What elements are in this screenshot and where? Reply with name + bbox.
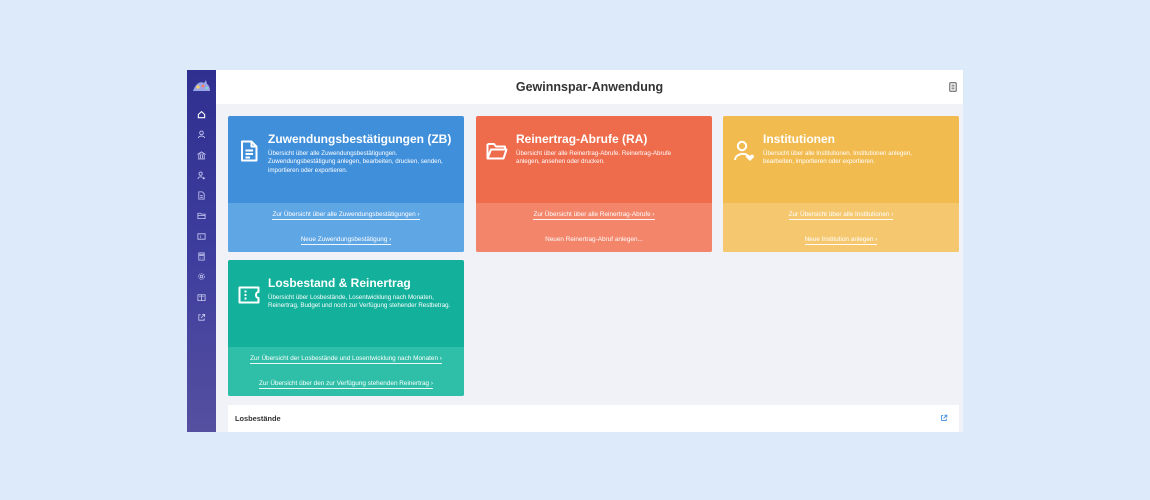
ticket-icon — [197, 232, 206, 240]
sidebar-item-manual[interactable] — [187, 290, 216, 304]
book-open-icon — [197, 293, 206, 301]
sidebar — [187, 70, 216, 432]
losbestaende-heading: Losbestände — [235, 414, 281, 423]
user-icon — [197, 130, 206, 138]
calculator-icon — [198, 251, 205, 261]
sidebar-item-documents[interactable] — [187, 188, 216, 202]
link-overview-institutions[interactable]: Zur Übersicht über alle Institutionen › — [723, 211, 959, 220]
link-overview-zb[interactable]: Zur Übersicht über alle Zuwendungsbestät… — [228, 211, 464, 220]
external-link-icon — [198, 313, 206, 321]
card-zuwendungsbestaetigungen: Zuwendungsbestätigungen (ZB) Übersicht ü… — [228, 116, 464, 252]
home-icon — [197, 110, 206, 118]
card-description: Übersicht über Losbestände, Losentwicklu… — [268, 294, 451, 310]
card-institutionen: Institutionen Übersicht über alle Instit… — [723, 116, 959, 252]
link-new-zb[interactable]: Neue Zuwendungsbestätigung › — [228, 236, 464, 245]
card-footer: Zur Übersicht der Losbestände und Losent… — [228, 347, 464, 396]
top-bar: Gewinnspar-Anwendung — [216, 70, 963, 104]
sidebar-item-user[interactable] — [187, 127, 216, 141]
card-description: Übersicht über alle Zuwendungsbestätigun… — [268, 150, 443, 174]
sidebar-item-external[interactable] — [187, 310, 216, 324]
external-link-icon[interactable] — [940, 414, 948, 422]
card-header: Institutionen Übersicht über alle Instit… — [723, 116, 959, 203]
logo-icon — [193, 80, 210, 91]
sidebar-item-bank[interactable] — [187, 148, 216, 162]
gear-icon — [198, 272, 205, 280]
sidebar-item-home[interactable] — [187, 107, 216, 121]
card-description: Übersicht über alle Reinertrag-Abrufe. R… — [516, 150, 672, 166]
card-header: Losbestand & Reinertrag Übersicht über L… — [228, 260, 464, 347]
losbestaende-panel: Losbestände — [228, 405, 959, 432]
card-header: Zuwendungsbestätigungen (ZB) Übersicht ü… — [228, 116, 464, 203]
card-footer: Zur Übersicht über alle Reinertrag-Abruf… — [476, 203, 712, 252]
user-heart-icon — [734, 140, 754, 161]
card-footer: Zur Übersicht über alle Zuwendungsbestät… — [228, 203, 464, 252]
link-overview-reinertrag[interactable]: Zur Übersicht über den zur Verfügung ste… — [228, 380, 464, 389]
sidebar-item-institutions[interactable] — [187, 168, 216, 182]
card-title: Zuwendungsbestätigungen (ZB) — [268, 132, 452, 146]
link-new-institution[interactable]: Neue Institution anlegen › — [723, 236, 959, 245]
link-overview-losbestaende[interactable]: Zur Übersicht der Losbestände und Losent… — [228, 355, 464, 364]
sidebar-item-folder[interactable] — [187, 208, 216, 222]
card-footer: Zur Übersicht über alle Institutionen › … — [723, 203, 959, 252]
card-losbestand-reinertrag: Losbestand & Reinertrag Übersicht über L… — [228, 260, 464, 396]
card-description: Übersicht über alle Institutionen. Insti… — [763, 150, 912, 166]
app-window: Gewinnspar-Anwendung Zuwendungsbestätigu… — [187, 70, 963, 432]
sidebar-item-calculator[interactable] — [187, 249, 216, 263]
card-title: Losbestand & Reinertrag — [268, 276, 411, 290]
card-title: Reinertrag-Abrufe (RA) — [516, 132, 648, 146]
sidebar-item-settings[interactable] — [187, 269, 216, 283]
handbook-icon[interactable] — [949, 82, 957, 92]
sidebar-item-tickets[interactable] — [187, 229, 216, 243]
card-reinertrag-abrufe: Reinertrag-Abrufe (RA) Übersicht über al… — [476, 116, 712, 252]
document-icon — [241, 140, 258, 162]
card-title: Institutionen — [763, 132, 835, 146]
ticket-icon — [238, 286, 260, 304]
card-header: Reinertrag-Abrufe (RA) Übersicht über al… — [476, 116, 712, 203]
document-icon — [198, 190, 205, 200]
folder-icon — [486, 143, 508, 160]
bank-icon — [197, 150, 206, 159]
app-title: Gewinnspar-Anwendung — [515, 80, 664, 94]
user-heart-icon — [197, 171, 206, 180]
link-new-ra[interactable]: Neuen Reinertrag-Abruf anlegen... — [476, 236, 712, 243]
folder-icon — [197, 212, 206, 219]
link-overview-ra[interactable]: Zur Übersicht über alle Reinertrag-Abruf… — [476, 211, 712, 220]
